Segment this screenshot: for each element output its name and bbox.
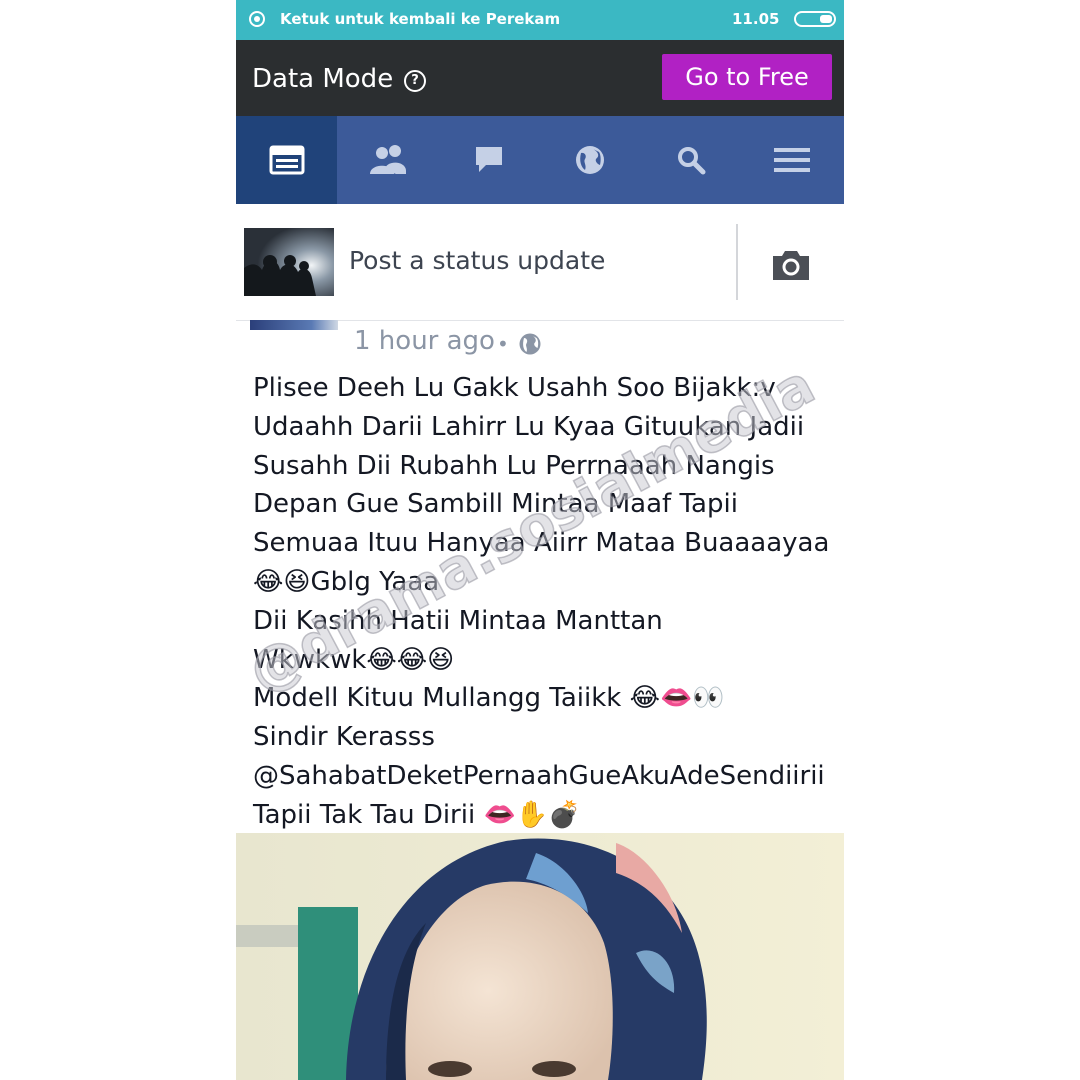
status-bar[interactable]: Ketuk untuk kembali ke Perekam 11.05 (236, 0, 844, 40)
post-line: Wkwkwk😂😂😆 (253, 644, 455, 675)
status-time: 11.05 (732, 10, 780, 28)
public-globe-icon (518, 332, 542, 360)
tab-news-feed[interactable] (236, 116, 337, 204)
post-mention-link[interactable]: @SahabatDeketPernaahGueAkuAdeSendiirii (253, 757, 838, 796)
post-photo[interactable] (236, 833, 844, 1080)
status-message[interactable]: Ketuk untuk kembali ke Perekam (280, 10, 560, 28)
post-line: Plisee Deeh Lu Gakk Usahh Soo Bijakk:v (253, 373, 776, 403)
post-line: Dii Kasihh Hatii Mintaa Manttan (253, 605, 663, 636)
friends-icon (369, 145, 406, 174)
post-line: Sindir Kerasss (253, 722, 435, 753)
tab-search[interactable] (640, 116, 741, 204)
post-timestamp[interactable]: 1 hour ago (354, 326, 495, 356)
post-line: Depan Gue Sambill Mintaa Maaf Tapii (253, 489, 738, 520)
composer-divider (736, 224, 738, 300)
tab-messages[interactable] (438, 116, 539, 204)
post-header: 1 hour ago • (236, 320, 844, 370)
record-icon (249, 11, 265, 27)
data-mode-bar: Data Mode ? Go to Free (236, 40, 844, 116)
help-icon[interactable]: ? (404, 70, 426, 92)
avatar-photo (244, 228, 334, 296)
search-icon (677, 147, 705, 175)
data-mode-title: Data Mode (252, 64, 394, 94)
tab-friends[interactable] (337, 116, 438, 204)
go-to-free-button[interactable]: Go to Free (662, 54, 832, 100)
post-line: Susahh Dii Rubahh Lu Perrnaaah Nangis (253, 450, 775, 481)
post-line: Semuaa Ituu Hanyaa Aiirr Mataa Buaaaayaa (253, 528, 830, 559)
meta-separator: • (497, 332, 509, 356)
globe-notifications-icon (575, 146, 604, 174)
phone-screen: Ketuk untuk kembali ke Perekam 11.05 Dat… (236, 0, 844, 1080)
messages-icon (475, 147, 502, 172)
post-line: Udaahh Darii Lahirr Lu Kyaa Gituukan Jad… (253, 411, 805, 442)
selfie-photo (236, 833, 844, 1080)
user-avatar[interactable] (244, 228, 334, 296)
tab-menu[interactable] (741, 116, 842, 204)
menu-icon (773, 148, 810, 172)
tab-notifications[interactable] (539, 116, 640, 204)
status-update-input[interactable]: Post a status update (349, 246, 605, 275)
post-author-avatar[interactable] (250, 320, 338, 330)
post-line: 😂😆Gblg Yaaa (253, 566, 440, 597)
nav-bar (236, 116, 844, 204)
post-line: Modell Kituu Mullangg Taiikk 😂👄👀 (253, 683, 725, 714)
post-text: Plisee Deeh Lu Gakk Usahh Soo Bijakk:v U… (253, 369, 838, 835)
battery-icon (794, 11, 836, 27)
status-composer: Post a status update (236, 204, 844, 321)
camera-icon[interactable] (770, 248, 812, 286)
post-line: Tapii Tak Tau Dirii 👄✋💣 (253, 799, 581, 830)
news-feed-icon (269, 145, 304, 175)
